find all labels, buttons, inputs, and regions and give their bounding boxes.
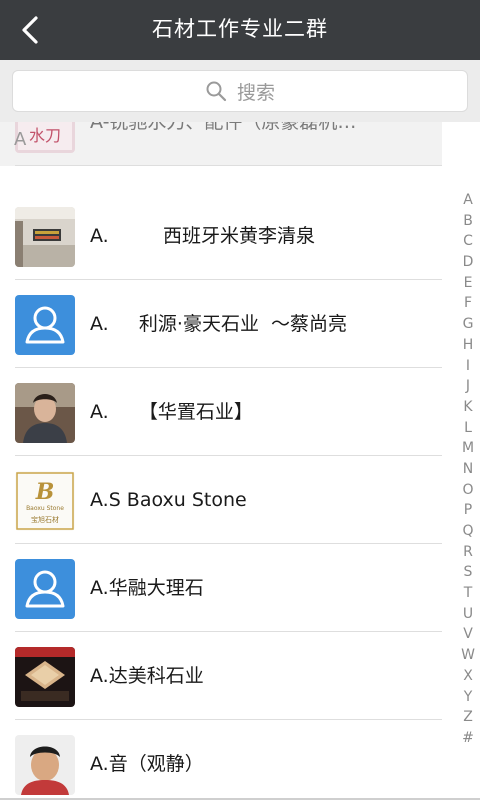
list-item[interactable]: A.音（观静） <box>0 720 442 800</box>
index-letter[interactable]: K <box>456 397 480 418</box>
index-letter[interactable]: A <box>456 190 480 211</box>
index-letter[interactable]: # <box>456 728 480 749</box>
title-bar: 石材工作专业二群 <box>0 0 480 60</box>
search-area: 搜索 <box>0 60 480 122</box>
contact-name: A.音（观静） <box>90 753 204 775</box>
avatar <box>15 647 75 707</box>
index-letter[interactable]: O <box>456 480 480 501</box>
contact-name: A. 【华置石业】 <box>90 401 253 423</box>
list-item[interactable]: A. 西班牙米黄李清泉 <box>0 192 442 280</box>
list-item[interactable]: A.达美科石业 <box>0 632 442 720</box>
default-avatar <box>15 559 75 619</box>
list-item[interactable]: A. 利源·豪天石业 ～蔡尚亮 <box>0 280 442 368</box>
avatar <box>15 383 75 443</box>
index-letter[interactable]: M <box>456 438 480 459</box>
index-letter[interactable]: U <box>456 604 480 625</box>
alphabet-index-bar[interactable]: A B C D E F G H I J K L M N O P Q R S T U V W X Y Z # <box>456 190 480 750</box>
default-person-icon <box>15 295 75 355</box>
page-title: 石材工作专业二群 <box>152 17 328 41</box>
contact-name: A. 利源·豪天石业 ～蔡尚亮 <box>90 313 348 335</box>
list-item[interactable]: A. 【华置石业】 <box>0 368 442 456</box>
member-list[interactable]: 锐驰 水刀 A-锐驰水刀、配件（原豪磊机… A A. 西班牙米黄李清泉 <box>0 122 480 800</box>
index-letter[interactable]: V <box>456 624 480 645</box>
search-input[interactable]: 搜索 <box>12 70 468 112</box>
index-letter[interactable]: L <box>456 418 480 439</box>
default-person-icon <box>15 559 75 619</box>
contact-name: A. 西班牙米黄李清泉 <box>90 225 316 247</box>
list-item[interactable]: A.华融大理石 <box>0 544 442 632</box>
index-letter[interactable]: C <box>456 231 480 252</box>
index-letter[interactable]: Y <box>456 687 480 708</box>
avatar <box>15 207 75 267</box>
index-letter[interactable]: X <box>456 666 480 687</box>
index-letter[interactable]: T <box>456 583 480 604</box>
list-item[interactable]: 锐驰 水刀 A-锐驰水刀、配件（原豪磊机… <box>0 122 442 166</box>
svg-text:B: B <box>35 479 55 505</box>
index-letter[interactable]: W <box>456 645 480 666</box>
logo-subtext: 宝旭石材 <box>31 515 59 524</box>
index-letter[interactable]: R <box>456 542 480 563</box>
index-letter[interactable]: G <box>456 314 480 335</box>
contact-name: A.达美科石业 <box>90 665 204 687</box>
list-item[interactable]: B Baoxu Stone 宝旭石材 A.S Baoxu Stone <box>0 456 442 544</box>
index-letter[interactable]: Z <box>456 707 480 728</box>
index-letter[interactable]: J <box>456 376 480 397</box>
index-letter[interactable]: B <box>456 211 480 232</box>
index-letter[interactable]: D <box>456 252 480 273</box>
logo-avatar: B Baoxu Stone 宝旭石材 <box>15 471 75 531</box>
index-letter[interactable]: S <box>456 562 480 583</box>
search-icon <box>206 81 227 102</box>
section-letter: A <box>14 129 27 150</box>
contact-name: A-锐驰水刀、配件（原豪磊机… <box>90 122 357 133</box>
contact-name: A.S Baoxu Stone <box>90 489 247 511</box>
avatar <box>15 735 75 795</box>
divider <box>15 165 442 166</box>
index-letter[interactable]: E <box>456 273 480 294</box>
contact-name: A.华融大理石 <box>90 577 204 599</box>
index-letter[interactable]: F <box>456 293 480 314</box>
index-letter[interactable]: Q <box>456 521 480 542</box>
logo-text: Baoxu Stone <box>26 505 64 512</box>
search-placeholder: 搜索 <box>236 81 275 104</box>
index-letter[interactable]: N <box>456 459 480 480</box>
default-avatar <box>15 295 75 355</box>
index-letter[interactable]: H <box>456 335 480 356</box>
index-letter[interactable]: P <box>456 500 480 521</box>
index-letter[interactable]: I <box>456 356 480 377</box>
